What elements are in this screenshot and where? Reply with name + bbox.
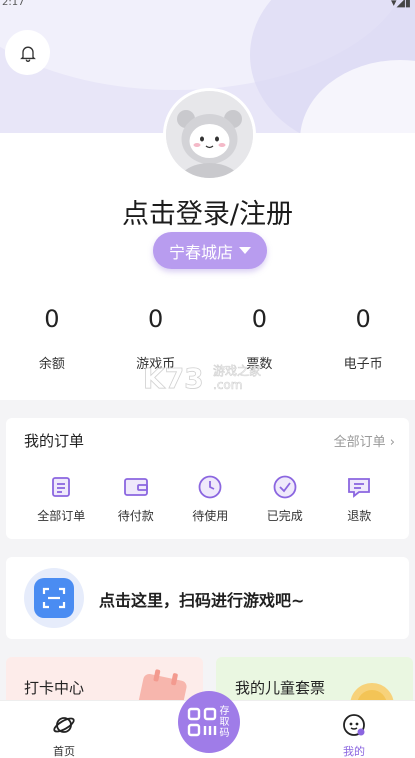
tab-mine-label: 我的 <box>343 745 365 758</box>
notification-button[interactable] <box>5 30 50 75</box>
refund-icon <box>348 478 371 498</box>
order-item-refund[interactable]: 退款 <box>322 473 397 524</box>
stat-value: 0 <box>251 305 268 333</box>
order-item-label: 待使用 <box>192 509 229 523</box>
qr-code-icon <box>187 707 216 737</box>
kids-package-label: 我的儿童套票 <box>235 679 326 697</box>
orders-title: 我的订单 <box>24 432 85 450</box>
stat-value: 0 <box>147 305 164 333</box>
my-orders-section: 我的订单 全部订单 › 全部订单 待付款 待使用 已完成 退款 <box>6 418 409 539</box>
status-time: 2:17 <box>2 0 25 8</box>
status-icons: ▾◢▮ <box>390 0 411 9</box>
stat-label: 余额 <box>38 357 65 372</box>
bell-icon <box>19 46 36 62</box>
caret-down-icon <box>239 247 251 254</box>
tab-mine[interactable]: 我的 <box>324 713 384 758</box>
scan-icon-tile <box>34 578 74 618</box>
order-item-label: 待付款 <box>117 509 154 523</box>
order-item-label: 已完成 <box>266 509 303 523</box>
list-icon <box>52 477 71 497</box>
watermark-logo: K73 游戏之家 .com <box>143 362 261 394</box>
order-item-all[interactable]: 全部订单 <box>24 473 99 524</box>
planet-icon <box>53 717 75 733</box>
all-orders-link[interactable]: 全部订单 › <box>334 431 395 450</box>
tab-home-label: 首页 <box>53 745 75 758</box>
watermark-domain: .com <box>213 378 242 392</box>
stat-e-coins[interactable]: 0 电子币 <box>311 305 415 372</box>
watermark-site: 游戏之家 <box>213 363 261 378</box>
scan-icon-wrap <box>24 568 84 628</box>
tab-home[interactable]: 首页 <box>34 713 94 758</box>
clock-icon <box>198 475 222 499</box>
bear-avatar-icon <box>166 91 253 178</box>
scan-text: 点击这里，扫码进行游戏吧~ <box>99 591 305 610</box>
scan-icon <box>42 587 66 609</box>
stat-balance[interactable]: 0 余额 <box>0 305 104 372</box>
watermark-k73: K73 <box>143 362 204 394</box>
stat-label: 电子币 <box>343 357 383 372</box>
checkin-center-label: 打卡中心 <box>24 679 85 697</box>
order-item-pending-payment[interactable]: 待付款 <box>99 473 174 524</box>
order-status-list: 全部订单 待付款 待使用 已完成 退款 <box>6 473 409 524</box>
stat-value: 0 <box>44 305 60 333</box>
scan-to-play-banner[interactable]: 点击这里，扫码进行游戏吧~ <box>6 557 409 639</box>
avatar[interactable] <box>163 88 256 181</box>
store-name: 宁春城店 <box>168 242 233 262</box>
access-code-button[interactable]: 存取码 <box>178 691 240 753</box>
order-item-label: 全部订单 <box>37 509 86 523</box>
order-item-to-use[interactable]: 待使用 <box>173 473 248 524</box>
face-icon <box>343 714 365 736</box>
access-code-label: 存取码 <box>219 705 230 739</box>
order-item-completed[interactable]: 已完成 <box>248 473 323 524</box>
login-register-link[interactable]: 点击登录/注册 <box>0 192 415 231</box>
order-item-label: 退款 <box>347 509 372 523</box>
wallet-icon <box>123 478 148 496</box>
check-circle-icon <box>273 475 297 499</box>
stat-value: 0 <box>355 305 371 333</box>
store-selector-button[interactable]: 宁春城店 <box>153 232 267 269</box>
